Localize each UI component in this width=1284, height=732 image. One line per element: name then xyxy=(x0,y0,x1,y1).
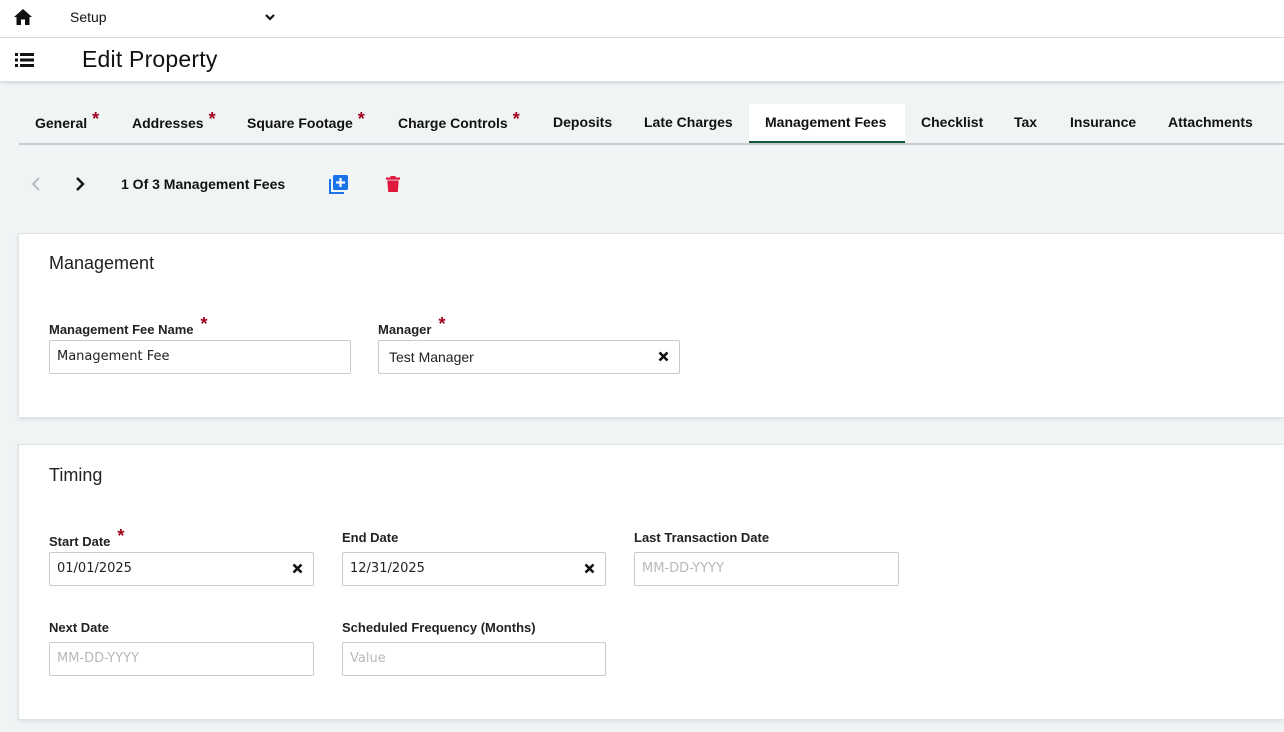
tab-label: Square Footage xyxy=(247,115,353,131)
tab-charge-controls[interactable]: Charge Controls * xyxy=(382,104,537,143)
required-star: * xyxy=(200,314,208,334)
chevron-left-icon[interactable] xyxy=(30,177,42,191)
scheduled-frequency-placeholder: Value xyxy=(350,651,386,666)
timing-title: Timing xyxy=(49,465,103,485)
add-copy-icon[interactable] xyxy=(328,174,349,195)
next-date-label-text: Next Date xyxy=(49,620,109,635)
required-star: * xyxy=(357,109,365,129)
close-icon[interactable] xyxy=(292,563,303,574)
required-star: * xyxy=(438,314,446,334)
management-title: Management xyxy=(49,253,155,273)
next-date-input[interactable]: MM-DD-YYYY xyxy=(49,642,314,676)
tab-tax[interactable]: Tax xyxy=(998,104,1054,143)
end-date-label: End Date xyxy=(342,530,398,545)
last-transaction-date-label-text: Last Transaction Date xyxy=(634,530,770,545)
start-date-value: 01/01/2025 xyxy=(57,561,132,576)
manager-label: Manager * xyxy=(378,314,445,339)
fee-name-input[interactable]: Management Fee xyxy=(49,340,351,374)
page-title: Edit Property xyxy=(82,46,218,72)
tab-insurance[interactable]: Insurance xyxy=(1054,104,1152,143)
tab-label: Late Charges xyxy=(644,114,733,130)
end-date-value: 12/31/2025 xyxy=(350,561,425,576)
tab-label: Management Fees xyxy=(765,114,887,130)
scheduled-frequency-label-text: Scheduled Frequency (Months) xyxy=(342,620,536,635)
tab-general[interactable]: General * xyxy=(19,104,116,143)
last-transaction-date-placeholder: MM-DD-YYYY xyxy=(642,561,725,576)
last-transaction-date-input[interactable]: MM-DD-YYYY xyxy=(634,552,899,586)
fee-name-value: Management Fee xyxy=(57,349,170,364)
home-icon[interactable] xyxy=(14,9,32,25)
tab-addresses[interactable]: Addresses * xyxy=(116,104,232,143)
title-bar: Edit Property xyxy=(0,38,1284,81)
tab-late-charges[interactable]: Late Charges xyxy=(628,104,749,143)
fee-name-label: Management Fee Name * xyxy=(49,314,208,339)
required-star: * xyxy=(117,526,125,546)
tab-label: Tax xyxy=(1014,114,1038,130)
trash-icon[interactable] xyxy=(386,176,400,192)
record-pager: 1 Of 3 Management Fees xyxy=(0,168,1284,202)
manager-label-text: Manager xyxy=(378,322,432,337)
tab-bar: General * Addresses * Square Footage * Char… xyxy=(19,104,1284,145)
scheduled-frequency-label: Scheduled Frequency (Months) xyxy=(342,620,536,635)
start-date-label-text: Start Date xyxy=(49,534,111,549)
manager-select[interactable]: Test Manager xyxy=(378,340,680,374)
tab-label: Insurance xyxy=(1070,114,1137,130)
next-date-placeholder: MM-DD-YYYY xyxy=(57,651,140,666)
top-bar: Setup xyxy=(0,0,1284,38)
module-select-value: Setup xyxy=(70,9,107,25)
management-card: Management Management Fee Name * Manageme… xyxy=(18,233,1284,418)
tab-square-footage[interactable]: Square Footage * xyxy=(231,104,382,143)
tab-label: Checklist xyxy=(921,114,984,130)
fee-name-label-text: Management Fee Name xyxy=(49,322,194,337)
tab-label: Deposits xyxy=(553,114,613,130)
tab-label: Attachments xyxy=(1168,114,1253,130)
list-menu-icon[interactable] xyxy=(15,52,34,68)
scheduled-frequency-input[interactable]: Value xyxy=(342,642,606,676)
tab-deposits[interactable]: Deposits xyxy=(537,104,628,143)
start-date-input[interactable]: 01/01/2025 xyxy=(49,552,314,586)
start-date-label: Start Date * xyxy=(49,526,124,551)
chevron-down-icon xyxy=(265,14,275,21)
timing-card: Timing Start Date * 01/01/2025 End Date 1… xyxy=(18,444,1284,720)
tab-checklist[interactable]: Checklist xyxy=(905,104,998,143)
chevron-right-icon[interactable] xyxy=(74,177,86,191)
required-star: * xyxy=(92,109,100,129)
tab-management-fees[interactable]: Management Fees xyxy=(749,104,905,143)
next-date-label: Next Date xyxy=(49,620,109,635)
tab-label: General xyxy=(35,115,88,131)
required-star: * xyxy=(208,109,216,129)
tab-label: Charge Controls xyxy=(398,115,508,131)
tab-attachments[interactable]: Attachments xyxy=(1152,104,1262,143)
close-icon[interactable] xyxy=(658,351,669,362)
tab-label: Addresses xyxy=(132,115,204,131)
end-date-label-text: End Date xyxy=(342,530,399,545)
module-select[interactable]: Setup xyxy=(70,9,276,27)
last-transaction-date-label: Last Transaction Date xyxy=(634,530,769,545)
required-star: * xyxy=(512,109,520,129)
pager-status: 1 Of 3 Management Fees xyxy=(121,176,286,192)
close-icon[interactable] xyxy=(584,563,595,574)
end-date-input[interactable]: 12/31/2025 xyxy=(342,552,606,586)
manager-value: Test Manager xyxy=(389,349,474,365)
